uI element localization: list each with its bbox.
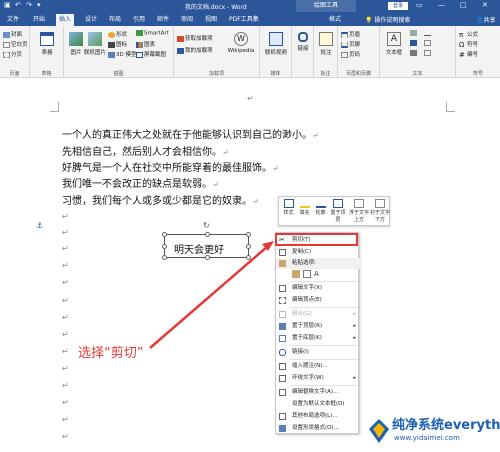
annotation-arrow xyxy=(149,241,274,349)
annotation-label: 选择“剪切” xyxy=(78,346,144,361)
watermark-logo-icon xyxy=(369,419,389,443)
watermark-url: www.yidaimei.com xyxy=(394,434,460,442)
watermark-title: 纯净系统everything xyxy=(392,418,500,433)
watermark: 纯净系统everything www.yidaimei.com xyxy=(368,414,500,450)
